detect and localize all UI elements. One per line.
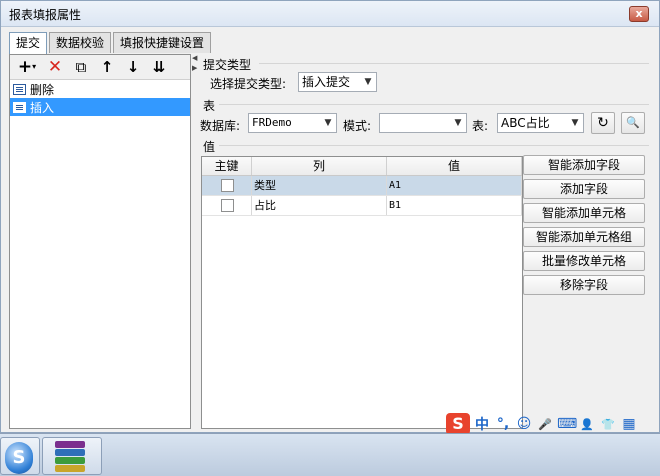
tab-strip: 提交 数据校验 填报快捷键设置 xyxy=(9,32,213,54)
tab-shortcut-settings[interactable]: 填报快捷键设置 xyxy=(113,32,212,53)
sort-icon[interactable]: ⇊ xyxy=(148,57,170,77)
table-header: 主键 列 值 xyxy=(202,157,522,176)
batch-modify-cells-button[interactable]: 批量修改单元格 xyxy=(523,251,645,271)
skin-icon[interactable]: 👕 xyxy=(599,418,617,431)
table-row[interactable]: 占比 B1 xyxy=(202,196,522,216)
move-up-icon[interactable]: ↑ xyxy=(96,57,118,77)
preview-button[interactable]: 🔍 xyxy=(621,112,645,134)
smart-add-cell-button[interactable]: 智能添加单元格 xyxy=(523,203,645,223)
sogou-logo-icon[interactable]: S xyxy=(446,413,470,435)
submit-type-value: 插入提交 xyxy=(302,75,351,89)
refresh-icon: ↻ xyxy=(597,115,609,131)
database-value: FRDemo xyxy=(252,116,292,129)
column-header-column[interactable]: 列 xyxy=(252,157,387,175)
add-field-button[interactable]: 添加字段 xyxy=(523,179,645,199)
remove-field-button[interactable]: 移除字段 xyxy=(523,275,645,295)
table-select[interactable]: ABC占比 ▼ xyxy=(497,113,584,133)
form-icon xyxy=(13,101,26,113)
table-value: ABC占比 xyxy=(501,116,550,130)
dialog-window: 报表填报属性 x 提交 数据校验 填报快捷键设置 +▾ ✕ ⧉ ↑ ↓ ⇊ 删除… xyxy=(0,0,660,433)
chinese-mode-icon[interactable]: 中 xyxy=(473,414,491,434)
microphone-icon[interactable]: 🎤 xyxy=(536,418,554,431)
add-icon[interactable]: +▾ xyxy=(14,57,40,77)
list-item-label: 插入 xyxy=(30,100,55,115)
chevron-down-icon: ▼ xyxy=(364,77,372,87)
winrar-icon xyxy=(55,441,85,472)
list-toolbar: +▾ ✕ ⧉ ↑ ↓ ⇊ xyxy=(10,55,190,80)
submit-list-panel: +▾ ✕ ⧉ ↑ ↓ ⇊ 删除 插入 xyxy=(9,54,191,429)
list-item-insert[interactable]: 插入 xyxy=(10,98,190,116)
column-header-key[interactable]: 主键 xyxy=(202,157,252,175)
schema-label: 模式: xyxy=(343,119,372,133)
value-cell[interactable]: A1 xyxy=(387,176,522,195)
key-cell xyxy=(202,176,252,195)
schema-select[interactable]: ▼ xyxy=(379,113,467,133)
preview-icon: 🔍 xyxy=(626,116,640,129)
table-label: 表: xyxy=(472,119,489,133)
chevron-down-icon: ▼ xyxy=(324,118,332,128)
column-header-value[interactable]: 值 xyxy=(387,157,522,175)
smart-add-field-button[interactable]: 智能添加字段 xyxy=(523,155,645,175)
tab-data-validation[interactable]: 数据校验 xyxy=(49,32,112,53)
database-label: 数据库: xyxy=(200,119,241,133)
chevron-down-icon: ▼ xyxy=(571,118,579,128)
taskbar: S xyxy=(0,433,660,476)
refresh-button[interactable]: ↻ xyxy=(591,112,615,134)
value-cell[interactable]: B1 xyxy=(387,196,522,215)
app-logo-icon: S xyxy=(5,442,33,474)
column-cell[interactable]: 占比 xyxy=(252,196,387,215)
window-title: 报表填报属性 xyxy=(9,8,82,22)
tab-submit[interactable]: 提交 xyxy=(9,32,48,54)
primary-key-checkbox[interactable] xyxy=(221,199,234,212)
field-mapping-table: 主键 列 值 类型 A1 占比 B1 xyxy=(201,156,523,429)
primary-key-checkbox[interactable] xyxy=(221,179,234,192)
user-icon[interactable]: 👤 xyxy=(578,418,596,431)
title-bar[interactable]: 报表填报属性 x xyxy=(1,1,659,27)
database-select[interactable]: FRDemo ▼ xyxy=(248,113,337,133)
close-button[interactable]: x xyxy=(629,6,649,22)
punctuation-icon[interactable]: °, xyxy=(494,416,512,432)
move-down-icon[interactable]: ↓ xyxy=(122,57,144,77)
taskbar-winrar-button[interactable] xyxy=(42,437,102,475)
table-row[interactable]: 类型 A1 xyxy=(202,176,522,196)
list-item-label: 删除 xyxy=(30,82,55,97)
delete-icon[interactable]: ✕ xyxy=(44,57,66,77)
keyboard-icon[interactable]: ⌨ xyxy=(557,416,577,432)
column-cell[interactable]: 类型 xyxy=(252,176,387,195)
smart-add-cell-group-button[interactable]: 智能添加单元格组 xyxy=(523,227,645,247)
submit-type-label: 选择提交类型: xyxy=(210,77,287,91)
divider xyxy=(259,63,649,64)
chevron-down-icon: ▼ xyxy=(454,118,462,128)
values-heading: 值 xyxy=(203,140,216,154)
divider xyxy=(219,145,649,146)
toolbox-icon[interactable]: ▦ xyxy=(620,416,638,432)
list-item-delete[interactable]: 删除 xyxy=(10,80,190,98)
copy-icon[interactable]: ⧉ xyxy=(70,57,92,77)
form-icon xyxy=(13,83,26,95)
key-cell xyxy=(202,196,252,215)
submit-type-heading: 提交类型 xyxy=(203,58,252,72)
submit-settings-panel: 提交类型 选择提交类型: 插入提交 ▼ 表 数据库: FRDemo ▼ 模式: … xyxy=(197,54,653,429)
submit-type-select[interactable]: 插入提交 ▼ xyxy=(298,72,377,92)
emoji-icon[interactable]: ☺ xyxy=(515,416,533,432)
taskbar-app-button[interactable]: S xyxy=(0,437,40,475)
table-heading: 表 xyxy=(203,99,216,113)
divider xyxy=(219,104,649,105)
